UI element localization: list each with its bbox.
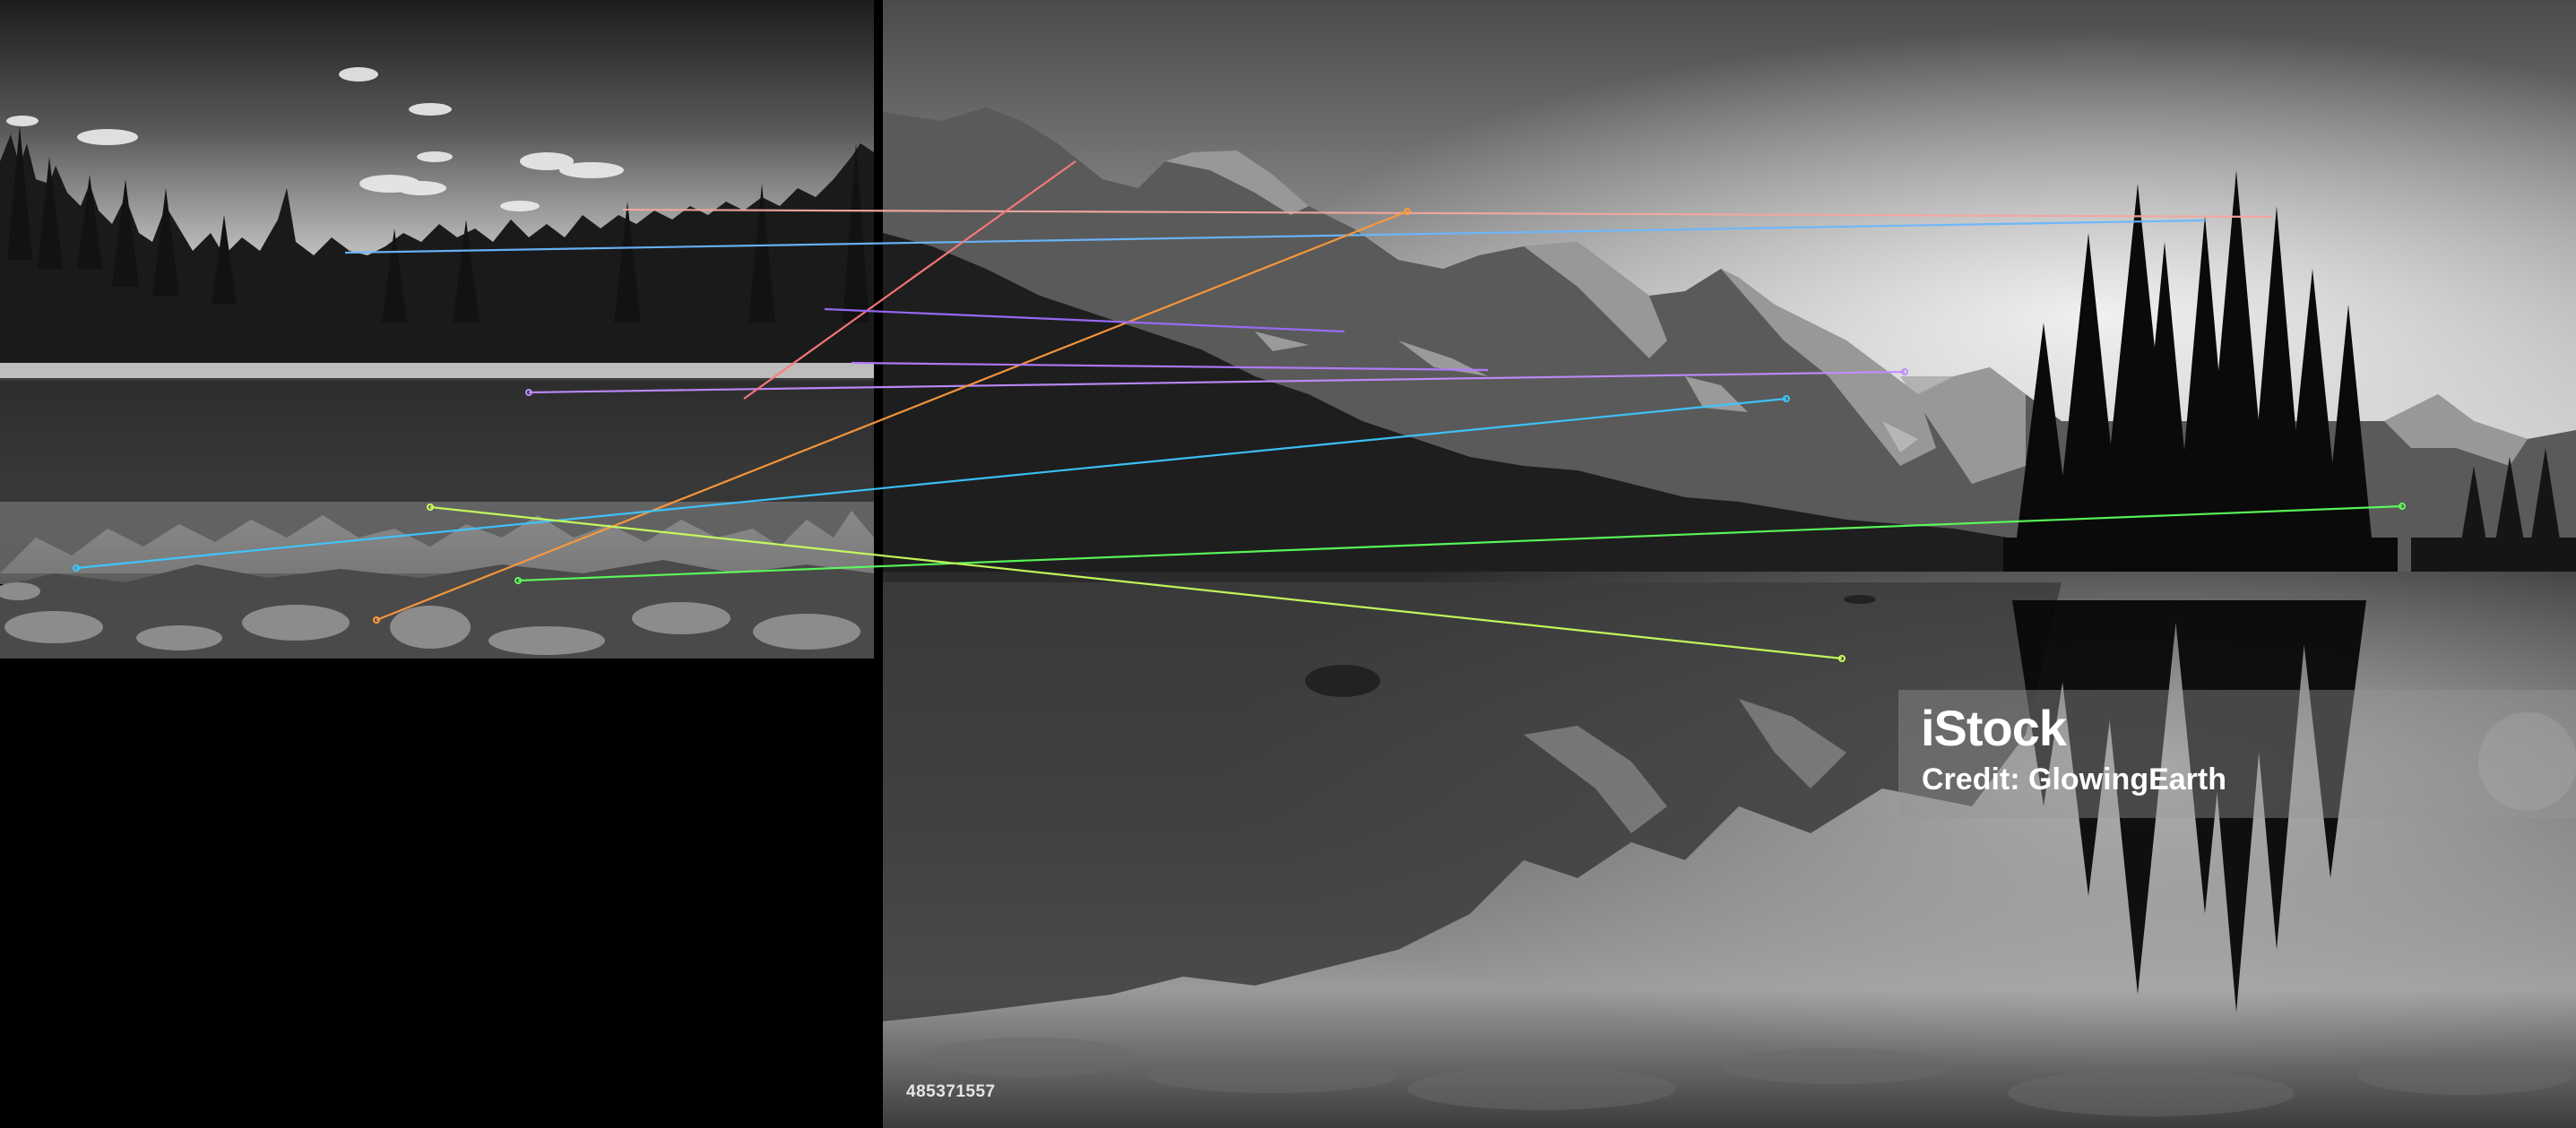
left-photo bbox=[0, 0, 874, 659]
keypoint-match-visualization bbox=[0, 0, 2576, 1128]
water-rock bbox=[1305, 665, 1380, 697]
image-id: 485371557 bbox=[906, 1082, 996, 1101]
right-photo bbox=[883, 0, 2576, 1128]
watermark-logo: iStock bbox=[1921, 700, 2067, 756]
watermark-credit: Credit: GlowingEarth bbox=[1922, 762, 2226, 796]
